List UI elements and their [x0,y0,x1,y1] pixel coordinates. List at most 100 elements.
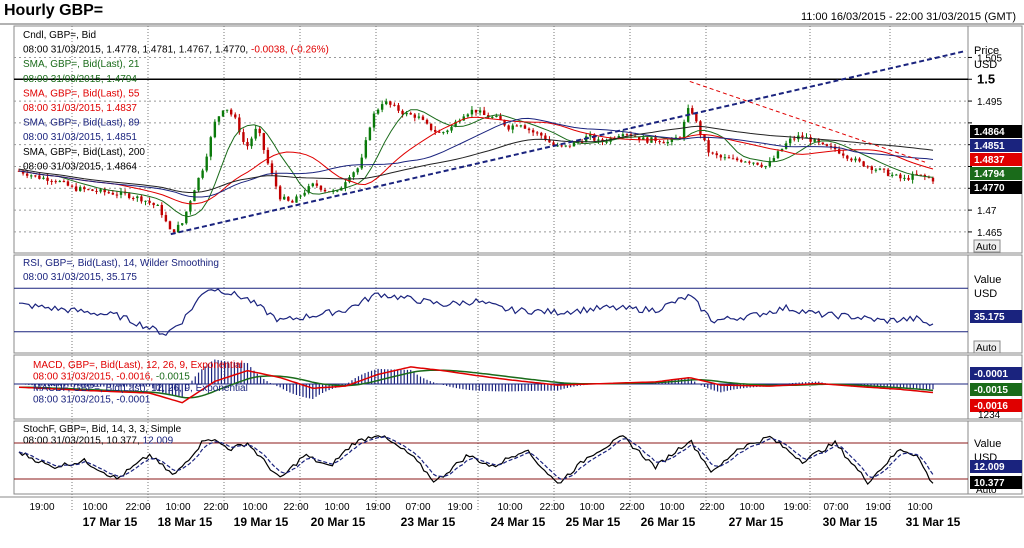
candle-body [315,183,319,186]
candle-body [42,177,45,179]
candle-body [148,200,151,203]
legend-text: SMA, GBP=, Bid(Last), 200 [23,147,145,158]
candle-body [491,116,494,118]
time-hour-label: 10:00 [659,502,684,513]
candle-body [858,158,861,162]
stoch-value-tag-text: 12.009 [974,462,1005,473]
candle-body [809,137,812,142]
candle-body [201,170,204,178]
legend-text: 08:00 31/03/2015, 10.377, 12.009 [23,436,174,447]
time-hour-label: 10:00 [165,502,190,513]
candle-body [397,105,400,111]
candle-body [144,200,147,202]
time-hour-label: 22:00 [283,502,308,513]
price-value-tag-text: 1.4851 [974,141,1005,152]
legend-text: RSI, GBP=, Bid(Last), 14, Wilder Smoothi… [23,258,219,269]
legend-text: 08:00 31/03/2015, 35.175 [23,272,137,283]
candle-body [854,158,857,161]
candle-body [874,169,878,171]
candle-body [866,166,869,168]
candle-body [99,189,102,192]
candle-body [788,138,792,144]
time-hour-label: 22:00 [699,502,724,513]
time-hour-label: 10:00 [579,502,604,513]
candle-body [727,157,731,159]
candle-body [287,196,290,201]
candle-body [197,177,200,191]
time-date-label: 31 Mar 15 [906,515,961,529]
candle-body [168,221,172,230]
rsi-value-tag-text: 35.175 [974,312,1005,323]
legend-text: 08:00 31/03/2015, -0.0016, -0.0015 [33,372,190,383]
candle-body [433,129,437,132]
candle-body [837,149,841,154]
candle-body [181,223,184,225]
rsi-axis-unit: USD [974,288,997,300]
stoch-axis-title: Value [974,438,1001,450]
time-hour-label: 22:00 [539,502,564,513]
candle-body [515,125,519,127]
candle-body [405,113,408,115]
macd-value-tag-text: -0.0001 [974,369,1008,380]
price-tick-label: 1.465 [977,228,1002,239]
candle-body [605,141,608,143]
chart-canvas[interactable]: Cndl, GBP=, Bid 08:00 31/03/2015, 1.4778,… [0,0,1024,548]
candle-body [760,164,763,167]
candle-body [560,145,563,147]
legend-text: 08:00 31/03/2015, 1.4851 [23,132,137,143]
time-hour-label: 19:00 [783,502,808,513]
rsi-axis-title: Value [974,274,1001,286]
candle-body [258,128,261,134]
candle-body [597,139,600,141]
candle-body [511,125,514,130]
time-hour-label: 10:00 [497,502,522,513]
candle-body [495,116,498,118]
candle-body [417,116,421,118]
candle-body [368,127,372,141]
candle-body [870,166,873,171]
candle-body [890,174,894,176]
price-value-tag-text: 1.4770 [974,183,1005,194]
legend-text: SMA, GBP=, Bid(Last), 89 [23,118,140,129]
candle-body [205,156,208,171]
candle-body [662,142,665,144]
auto-button-label: Auto [976,343,997,354]
candle-body [413,114,416,118]
price-value-tag-text: 1.4864 [974,127,1005,138]
time-hour-label: 10:00 [82,502,107,513]
candle-body [666,141,669,144]
candle-body [70,185,74,187]
price-tick-label: 1.5 [977,71,995,86]
candle-body [225,109,229,111]
time-hour-label: 19:00 [447,502,472,513]
candle-body [364,140,368,158]
candle-body [95,190,98,192]
time-date-label: 26 Mar 15 [641,515,696,529]
candle-body [564,145,567,147]
candle-body [527,128,531,131]
candle-body [87,189,90,191]
candle-body [107,192,110,194]
legend-text: MACD, GBP=, Bid(Last), 12, 26, 9, Expone… [33,360,243,371]
time-hour-label: 07:00 [823,502,848,513]
candle-body [621,134,625,137]
candle-body [886,169,890,176]
candle-body [776,151,780,159]
candle-body [352,172,355,178]
candle-body [711,152,714,154]
candle-body [625,134,629,136]
candle-body [682,121,686,138]
candle-body [536,132,539,134]
time-date-label: 25 Mar 15 [566,515,621,529]
candle-body [54,181,57,183]
candle-body [38,175,41,179]
candle-body [189,201,192,212]
candle-body [172,229,176,233]
time-hour-label: 22:00 [203,502,228,513]
legend-text: 08:00 31/03/2015, 1.4864 [23,161,137,172]
candle-body [136,196,139,199]
candle-body [744,161,747,163]
candle-body [523,125,527,129]
candle-body [295,196,298,203]
candle-body [344,182,347,188]
